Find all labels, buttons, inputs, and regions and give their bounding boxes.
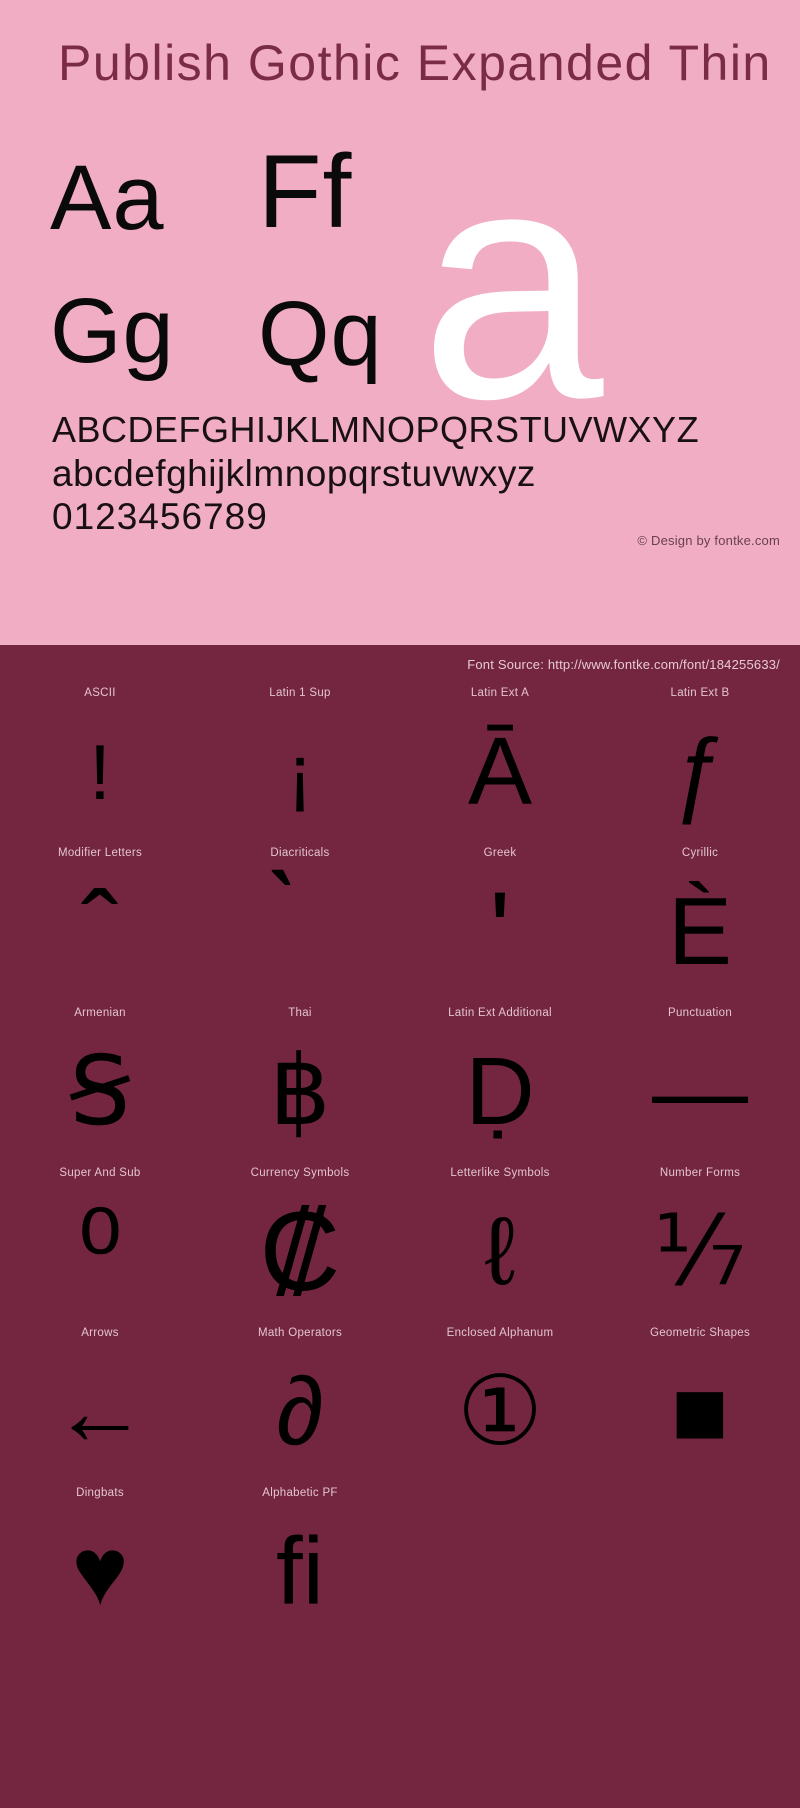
unicode-block-glyph: ← xyxy=(52,1358,148,1465)
unicode-block-label: Alphabetic PF xyxy=(262,1487,338,1499)
unicode-block-glyph: ∂ xyxy=(276,1358,324,1465)
unicode-block-glyph: ! xyxy=(89,728,111,816)
unicode-block-cell: Thai ฿ xyxy=(200,1003,400,1163)
unicode-block-label: Arrows xyxy=(81,1327,119,1339)
unicode-block-cell: Greek ʹ xyxy=(400,843,600,1003)
unicode-blocks-section: Font Source: http://www.fontke.com/font/… xyxy=(0,645,800,1808)
unicode-block-label: Dingbats xyxy=(76,1487,124,1499)
unicode-block-cell: Dingbats ♥ xyxy=(0,1483,200,1643)
unicode-block-glyph: ♥ xyxy=(71,1518,129,1625)
unicode-block-glyph: ʹ xyxy=(489,869,511,994)
specimen-section: Publish Gothic Expanded Thin Aa Ff Gg Qq… xyxy=(0,0,800,645)
unicode-block-label: Cyrillic xyxy=(681,847,719,859)
letter-pair-g: Gg xyxy=(50,280,175,382)
unicode-block-cell: Arrows ← xyxy=(0,1323,200,1483)
unicode-block-glyph: ₡ xyxy=(259,1189,341,1314)
unicode-block-label: ASCII xyxy=(84,687,116,699)
unicode-block-glyph: ƒ xyxy=(673,718,727,825)
unicode-block-label: Number Forms xyxy=(659,1167,741,1179)
alphabet-digits: 0123456789 xyxy=(52,496,268,537)
letter-pair-q: Qq xyxy=(258,283,383,385)
unicode-block-cell: Enclosed Alphanum ① xyxy=(400,1323,600,1483)
unicode-block-cell: Latin Ext Additional Ḍ xyxy=(400,1003,600,1163)
unicode-block-glyph: — xyxy=(652,1038,748,1145)
unicode-block-glyph: ฿ xyxy=(269,1038,331,1145)
unicode-block-cell: Alphabetic PF ﬁ xyxy=(200,1483,400,1643)
unicode-block-cell: Latin Ext A Ā xyxy=(400,683,600,843)
unicode-block-glyph: ℓ xyxy=(484,1198,516,1305)
unicode-block-label: Diacriticals xyxy=(270,847,330,859)
unicode-block-cell: Latin 1 Sup ¡ xyxy=(200,683,400,843)
unicode-block-label: Armenian xyxy=(74,1007,126,1019)
unicode-block-cell: Super And Sub ⁰ xyxy=(0,1163,200,1323)
letter-pair-a: Aa xyxy=(50,147,165,249)
unicode-block-cell: Geometric Shapes ■ xyxy=(600,1323,800,1483)
unicode-block-cell: Currency Symbols ₡ xyxy=(200,1163,400,1323)
letter-pair-f: Ff xyxy=(258,134,353,250)
unicode-block-label: Geometric Shapes xyxy=(649,1327,751,1339)
unicode-block-label: Super And Sub xyxy=(59,1167,141,1179)
unicode-block-cell: Armenian Ꞩ xyxy=(0,1003,200,1163)
unicode-block-label: Currency Symbols xyxy=(250,1167,350,1179)
unicode-block-cell: Cyrillic Ѐ xyxy=(600,843,800,1003)
unicode-block-glyph: ⁰ xyxy=(77,1189,123,1314)
unicode-block-glyph: ■ xyxy=(671,1358,729,1465)
font-title: Publish Gothic Expanded Thin xyxy=(58,35,772,91)
design-credit: © Design by fontke.com xyxy=(637,533,780,548)
unicode-block-cell: Modifier Letters ˆ xyxy=(0,843,200,1003)
unicode-blocks-grid: ASCII! Latin 1 Sup ¡ Latin Ext A Ā Latin Ext … xyxy=(0,683,800,1643)
unicode-block-label: Latin Ext B xyxy=(670,687,730,699)
unicode-block-cell: Math Operators ∂ xyxy=(200,1323,400,1483)
font-specimen-page: Publish Gothic Expanded Thin Aa Ff Gg Qq… xyxy=(0,0,800,1808)
unicode-block-label: Latin Ext Additional xyxy=(448,1007,552,1019)
unicode-block-label: Latin 1 Sup xyxy=(269,687,331,699)
unicode-block-glyph: ¡ xyxy=(287,728,313,816)
unicode-block-label: Enclosed Alphanum xyxy=(446,1327,554,1339)
unicode-block-glyph: ﬁ xyxy=(276,1518,324,1625)
alphabet-lowercase: abcdefghijklmnopqrstuvwxyz xyxy=(52,453,536,494)
letter-pair-grid: Aa Ff Gg Qq xyxy=(50,140,470,390)
unicode-block-cell: Diacriticals̀ xyxy=(200,843,400,1003)
font-source-link[interactable]: Font Source: http://www.fontke.com/font/… xyxy=(467,657,780,672)
unicode-block-label: Modifier Letters xyxy=(57,847,143,859)
unicode-block-glyph: Ѐ xyxy=(667,878,733,985)
unicode-block-label: Letterlike Symbols xyxy=(450,1167,550,1179)
unicode-block-label: Latin Ext A xyxy=(470,687,530,699)
feature-letter: a xyxy=(420,98,604,467)
unicode-block-glyph: Ā xyxy=(467,718,533,825)
alphabet-uppercase: ABCDEFGHIJKLMNOPQRSTUVWXYZ xyxy=(52,409,700,450)
unicode-block-glyph: ̀ xyxy=(200,861,400,1003)
unicode-block-cell: Letterlike Symbols ℓ xyxy=(400,1163,600,1323)
unicode-block-glyph: ⅐ xyxy=(653,1198,747,1305)
unicode-block-label: Greek xyxy=(483,847,517,859)
unicode-block-glyph: ˆ xyxy=(81,869,119,994)
unicode-block-label: Punctuation xyxy=(667,1007,733,1019)
unicode-block-glyph: Ꞩ xyxy=(69,1038,131,1145)
unicode-block-cell: Number Forms ⅐ xyxy=(600,1163,800,1323)
unicode-block-cell: Latin Ext B ƒ xyxy=(600,683,800,843)
unicode-block-glyph: ① xyxy=(456,1358,544,1465)
unicode-block-label: Thai xyxy=(288,1007,312,1019)
unicode-block-cell: Punctuation — xyxy=(600,1003,800,1163)
unicode-block-glyph: Ḍ xyxy=(465,1038,535,1145)
unicode-block-label: Math Operators xyxy=(257,1327,343,1339)
unicode-block-cell: ASCII! xyxy=(0,683,200,843)
